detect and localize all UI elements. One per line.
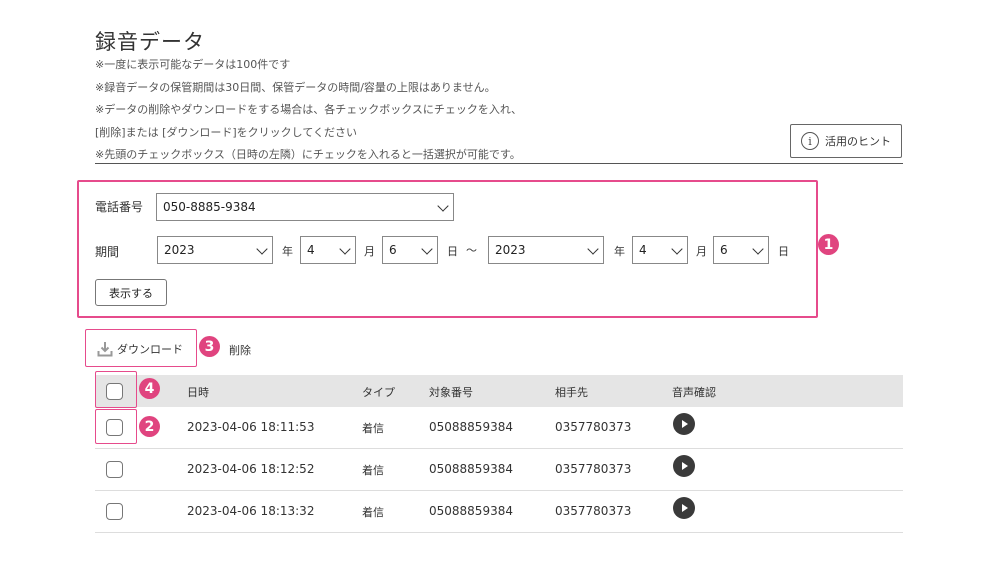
hint-button-label: 活用のヒント bbox=[825, 135, 891, 148]
row-checkbox[interactable] bbox=[106, 461, 123, 478]
year-unit: 年 bbox=[614, 245, 625, 258]
cell-target: 05088859384 bbox=[429, 504, 513, 518]
to-month-select[interactable]: 4 bbox=[632, 236, 688, 264]
range-separator: ～ bbox=[466, 244, 477, 257]
row-checkbox[interactable] bbox=[106, 503, 123, 520]
table-header: 日時 タイプ 対象番号 相手先 音声確認 bbox=[95, 375, 903, 407]
badge-4: 4 bbox=[139, 378, 160, 399]
col-target: 対象番号 bbox=[429, 386, 473, 399]
month-unit: 月 bbox=[696, 245, 707, 258]
table-row: 2023-04-06 18:12:52 着信 05088859384 03577… bbox=[95, 449, 903, 491]
from-day-value: 6 bbox=[389, 243, 397, 257]
download-button[interactable]: ダウンロード bbox=[87, 331, 197, 366]
badge-2: 2 bbox=[139, 416, 160, 437]
from-month-select[interactable]: 4 bbox=[300, 236, 356, 264]
note-line: [削除]または [ダウンロード]をクリックしてください bbox=[95, 125, 358, 139]
from-month-value: 4 bbox=[307, 243, 315, 257]
col-datetime: 日時 bbox=[187, 386, 209, 399]
day-unit: 日 bbox=[447, 245, 458, 258]
from-year-select[interactable]: 2023 bbox=[157, 236, 273, 264]
hint-button[interactable]: i 活用のヒント bbox=[790, 124, 902, 158]
note-line: ※データの削除やダウンロードをする場合は、各チェックボックスにチェックを入れ、 bbox=[95, 103, 522, 116]
delete-button[interactable]: 削除 bbox=[229, 342, 251, 358]
phone-label: 電話番号 bbox=[95, 200, 144, 214]
cell-type: 着信 bbox=[362, 506, 384, 519]
badge-3: 3 bbox=[199, 336, 220, 357]
chevron-down-icon bbox=[437, 200, 449, 212]
col-partner: 相手先 bbox=[555, 386, 588, 399]
chevron-down-icon bbox=[671, 243, 683, 255]
year-unit: 年 bbox=[282, 245, 293, 258]
notes: ※一度に表示可能なデータは100件です ※録音データの保管期間は30日間、保管デ… bbox=[95, 58, 522, 171]
note-line: ※先頭のチェックボックス（日時の左隣）にチェックを入れると一括選択が可能です。 bbox=[95, 148, 521, 161]
table-row: 2023-04-06 18:11:53 着信 05088859384 03577… bbox=[95, 407, 903, 449]
page-title: 録音データ bbox=[95, 30, 205, 54]
row-checkbox-highlight bbox=[95, 409, 137, 444]
col-type: タイプ bbox=[362, 386, 395, 399]
info-icon: i bbox=[801, 132, 819, 150]
chevron-down-icon bbox=[752, 243, 764, 255]
chevron-down-icon bbox=[339, 243, 351, 255]
to-year-value: 2023 bbox=[495, 243, 526, 257]
to-year-select[interactable]: 2023 bbox=[488, 236, 604, 264]
period-label: 期間 bbox=[95, 245, 120, 259]
cell-target: 05088859384 bbox=[429, 420, 513, 434]
to-day-select[interactable]: 6 bbox=[713, 236, 769, 264]
cell-type: 着信 bbox=[362, 422, 384, 435]
chevron-down-icon bbox=[421, 243, 433, 255]
download-icon bbox=[97, 341, 113, 356]
from-day-select[interactable]: 6 bbox=[382, 236, 438, 264]
play-icon[interactable] bbox=[673, 455, 695, 477]
chevron-down-icon bbox=[256, 243, 268, 255]
phone-select-value: 050-8885-9384 bbox=[163, 200, 256, 214]
cell-datetime: 2023-04-06 18:11:53 bbox=[187, 420, 315, 434]
to-month-value: 4 bbox=[639, 243, 647, 257]
phone-select[interactable]: 050-8885-9384 bbox=[156, 193, 454, 221]
play-icon[interactable] bbox=[673, 413, 695, 435]
note-line: ※一度に表示可能なデータは100件です bbox=[95, 58, 291, 71]
month-unit: 月 bbox=[364, 245, 375, 258]
note-line: ※録音データの保管期間は30日間、保管データの時間/容量の上限はありません。 bbox=[95, 80, 496, 94]
download-label: ダウンロード bbox=[117, 342, 183, 356]
badge-1: 1 bbox=[818, 234, 839, 255]
select-all-highlight bbox=[95, 371, 137, 408]
chevron-down-icon bbox=[587, 243, 599, 255]
to-day-value: 6 bbox=[720, 243, 728, 257]
play-icon[interactable] bbox=[673, 497, 695, 519]
cell-target: 05088859384 bbox=[429, 462, 513, 476]
cell-datetime: 2023-04-06 18:13:32 bbox=[187, 504, 315, 518]
from-year-value: 2023 bbox=[164, 243, 195, 257]
cell-partner: 0357780373 bbox=[555, 462, 632, 476]
day-unit: 日 bbox=[778, 245, 789, 258]
cell-datetime: 2023-04-06 18:12:52 bbox=[187, 462, 315, 476]
cell-type: 着信 bbox=[362, 464, 384, 477]
divider bbox=[95, 163, 903, 164]
table-row: 2023-04-06 18:13:32 着信 05088859384 03577… bbox=[95, 491, 903, 533]
cell-partner: 0357780373 bbox=[555, 504, 632, 518]
cell-partner: 0357780373 bbox=[555, 420, 632, 434]
col-audio: 音声確認 bbox=[672, 386, 716, 399]
show-button[interactable]: 表示する bbox=[95, 279, 167, 306]
